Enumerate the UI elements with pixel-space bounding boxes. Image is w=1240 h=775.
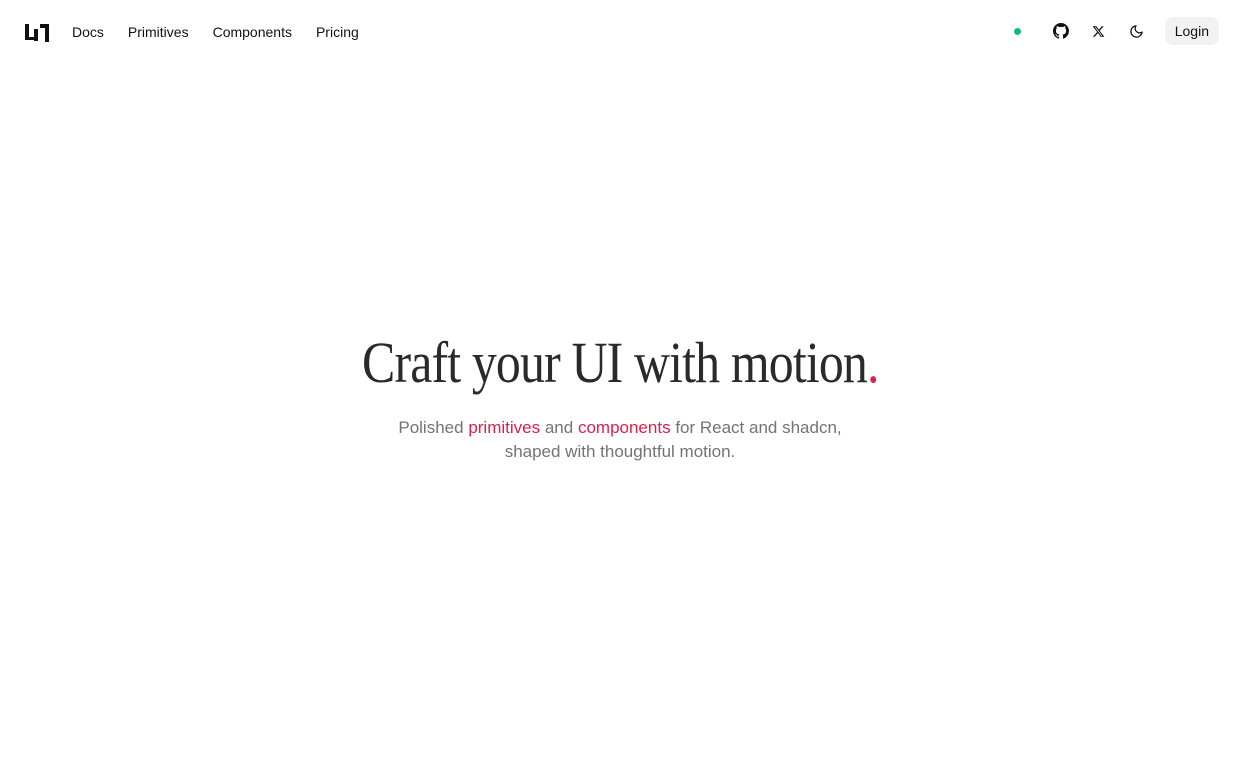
- hero-title-text: Craft your UI with motion: [361, 330, 868, 395]
- github-icon[interactable]: [1051, 21, 1071, 41]
- subtitle-link-primitives[interactable]: primitives: [468, 418, 540, 437]
- nav-link-primitives[interactable]: Primitives: [128, 24, 189, 40]
- subtitle-text-and: and: [544, 418, 574, 437]
- main-nav: Docs Primitives Components Pricing: [72, 24, 383, 40]
- subtitle-text-for-react: for React and shadcn,: [675, 418, 842, 437]
- hero-title-period: .: [866, 330, 879, 395]
- nav-link-docs[interactable]: Docs: [72, 24, 104, 40]
- login-button[interactable]: Login: [1164, 17, 1219, 45]
- x-icon[interactable]: [1089, 21, 1109, 41]
- nav-link-components[interactable]: Components: [213, 24, 292, 40]
- hero-section: Craft your UI with motion. Polished prim…: [0, 330, 1240, 464]
- brand-logo-icon[interactable]: [25, 22, 49, 44]
- moon-icon[interactable]: [1127, 21, 1147, 41]
- header-tools: Login: [1013, 17, 1219, 45]
- nav-link-pricing[interactable]: Pricing: [316, 24, 359, 40]
- hero-subtitle: Polished primitives and components for R…: [0, 416, 1240, 464]
- hero-title: Craft your UI with motion.: [362, 330, 879, 396]
- subtitle-text-polished: Polished: [398, 418, 464, 437]
- status-indicator-dot: [1013, 27, 1021, 35]
- subtitle-text-line2: shaped with thoughtful motion.: [504, 442, 736, 461]
- subtitle-link-components[interactable]: components: [578, 418, 671, 437]
- top-navigation-bar: Docs Primitives Components Pricing Login: [0, 0, 1240, 62]
